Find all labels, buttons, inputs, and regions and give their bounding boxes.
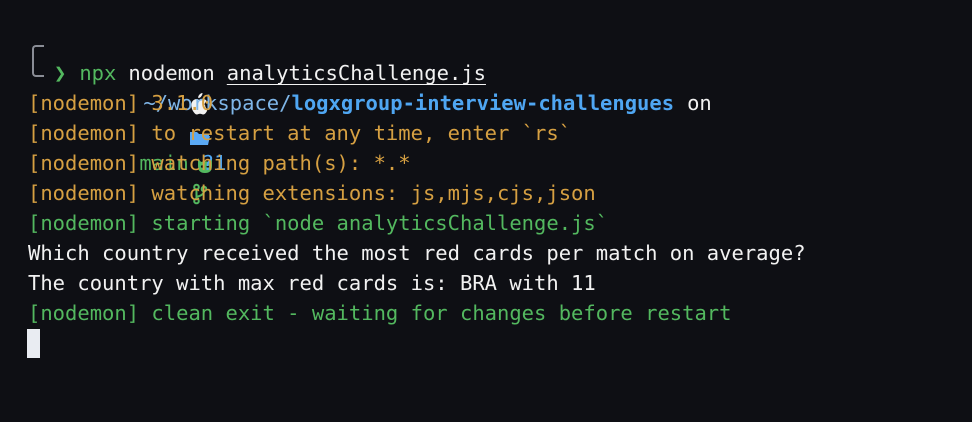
output-line: [nodemon] to restart at any time, enter …	[28, 121, 572, 145]
output-line: [nodemon] clean exit - waiting for chang…	[28, 301, 732, 325]
output-line: The country with max red cards is: BRA w…	[28, 271, 596, 295]
on-text: on	[687, 91, 712, 115]
command-line: ❯ npx nodemon analyticsChallenge.js	[54, 58, 486, 88]
command-file: analyticsChallenge.js	[226, 61, 486, 85]
terminal-window[interactable]: ~/workspace/logxgroup-interview-challeng…	[0, 0, 972, 422]
output-line: [nodemon] watching extensions: js,mjs,cj…	[28, 181, 596, 205]
output-line: [nodemon] 3.1.0	[28, 91, 214, 115]
command-arg: nodemon	[128, 61, 215, 85]
prompt-info-line: ~/workspace/logxgroup-interview-challeng…	[66, 28, 712, 205]
output-line: [nodemon] watching path(s): *.*	[28, 151, 411, 175]
command-name: npx	[79, 61, 117, 85]
output-line: Which country received the most red card…	[28, 241, 806, 265]
prompt-symbol: ❯	[54, 61, 67, 85]
terminal-cursor[interactable]	[27, 329, 40, 358]
output-line: [nodemon] starting `node analyticsChalle…	[28, 211, 609, 235]
repo-name: logxgroup-interview-challengues	[291, 91, 675, 115]
prompt-bracket	[32, 45, 44, 77]
